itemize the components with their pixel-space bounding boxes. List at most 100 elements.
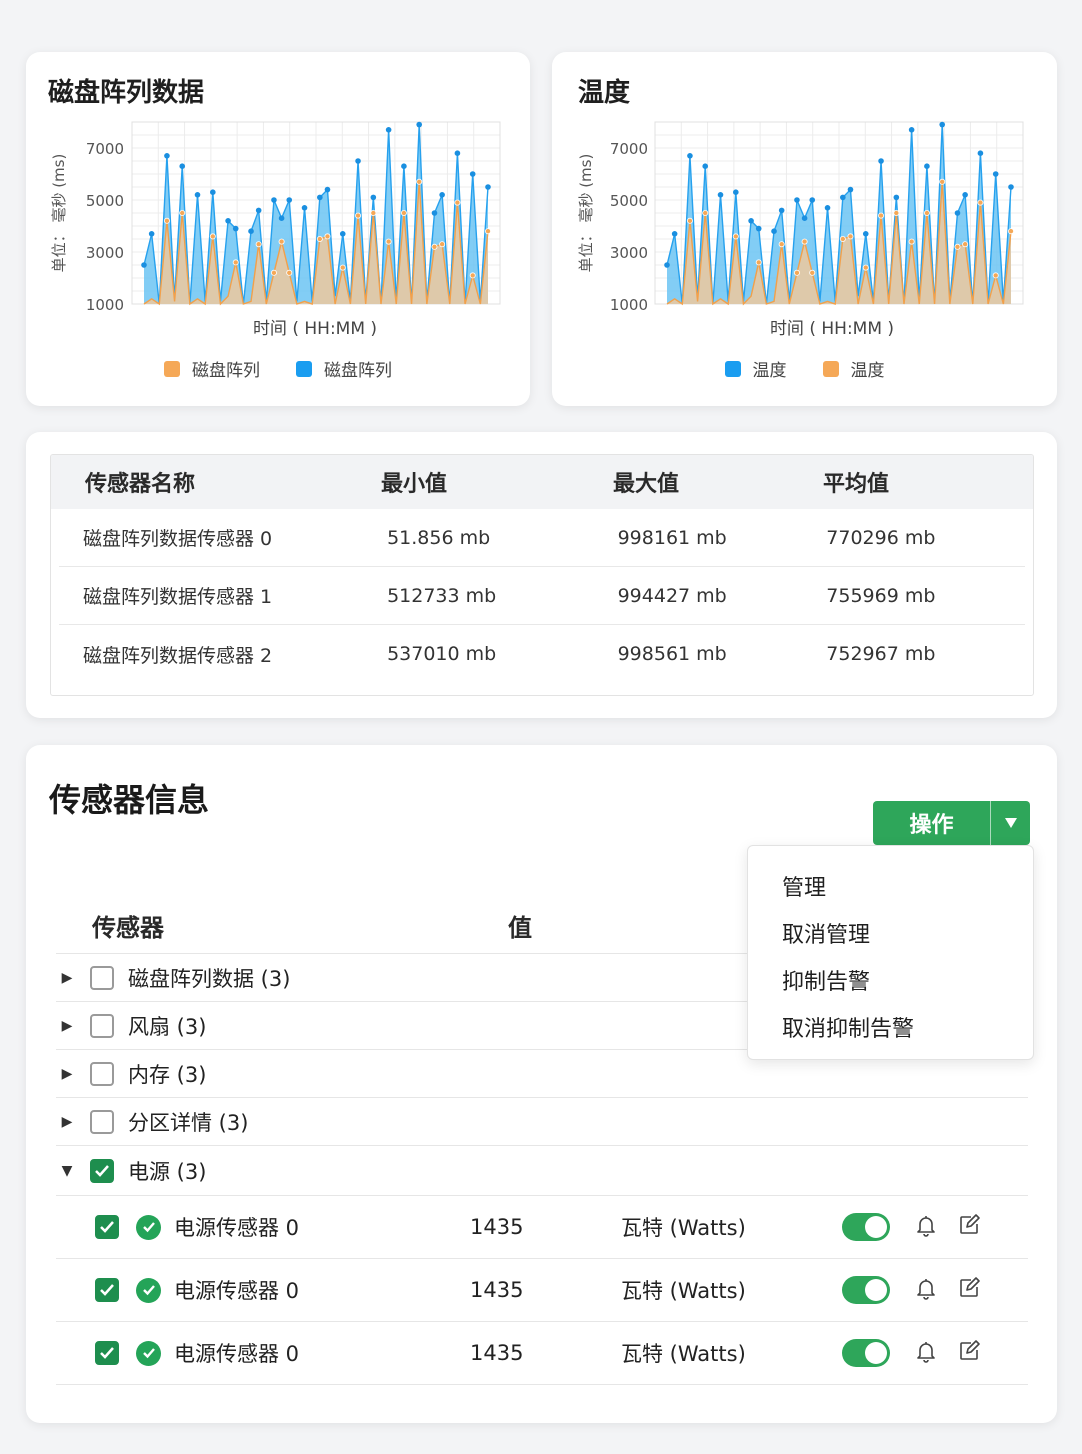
- sensor-unit: 瓦特 (Watts): [621, 1342, 746, 1366]
- check-icon: [100, 1221, 114, 1233]
- data-point: [355, 212, 362, 219]
- table-row: 磁盘阵列数据传感器 2 537010 mb 998561 mb 752967 m…: [59, 625, 1025, 683]
- data-point: [671, 231, 678, 237]
- toggle-knob: [865, 1342, 887, 1364]
- menu-item-manage[interactable]: 管理: [748, 862, 1033, 909]
- data-point: [194, 192, 201, 198]
- toggle-knob: [865, 1216, 887, 1238]
- legend-item[interactable]: 温度: [822, 356, 885, 381]
- data-point: [732, 233, 739, 240]
- sensor-value: 1435: [470, 1215, 524, 1239]
- data-point: [370, 209, 377, 216]
- data-point: [962, 192, 968, 198]
- data-point: [324, 233, 331, 240]
- data-point: [954, 210, 961, 216]
- data-point: [454, 199, 461, 206]
- enable-toggle[interactable]: [842, 1213, 890, 1241]
- sensor-value: 1435: [470, 1278, 524, 1302]
- group-checkbox[interactable]: [90, 1158, 114, 1183]
- data-point: [878, 158, 884, 164]
- x-axis-label: 时间 ( HH:MM ): [770, 319, 894, 339]
- data-point: [702, 163, 709, 169]
- min-cell: 51.856 mb: [387, 526, 491, 549]
- data-point: [209, 233, 216, 240]
- data-point: [141, 262, 147, 268]
- status-ok-icon: [136, 1214, 161, 1240]
- bell-icon[interactable]: [914, 1213, 938, 1242]
- sensor-name-cell: 磁盘阵列数据传感器 2: [83, 644, 273, 667]
- data-point: [416, 121, 423, 128]
- check-icon: [95, 1164, 109, 1177]
- data-point: [317, 194, 323, 201]
- legend-item[interactable]: 磁盘阵列: [296, 356, 392, 381]
- y-tick-label: 5000: [610, 192, 648, 210]
- edit-icon[interactable]: [957, 1276, 981, 1305]
- data-point: [232, 225, 239, 232]
- data-point: [232, 259, 239, 266]
- status-ok-icon: [136, 1277, 161, 1303]
- bell-icon[interactable]: [914, 1339, 938, 1368]
- data-point: [339, 264, 346, 271]
- menu-item-unsuppress-alarm[interactable]: 取消抑制告警: [748, 1003, 1033, 1050]
- group-checkbox[interactable]: [90, 1013, 114, 1038]
- row-checkbox[interactable]: [95, 1341, 119, 1365]
- data-point: [755, 225, 762, 232]
- menu-item-suppress-alarm[interactable]: 抑制告警: [748, 956, 1033, 1003]
- column-header[interactable]: 最小值: [381, 466, 613, 498]
- data-point: [401, 163, 407, 169]
- data-point: [778, 241, 785, 248]
- legend-label: 温度: [752, 361, 787, 381]
- data-point: [840, 194, 846, 201]
- caret-right-icon[interactable]: ▶: [56, 1018, 78, 1034]
- column-header-value: 值: [508, 913, 532, 942]
- enable-toggle[interactable]: [842, 1339, 890, 1367]
- data-point: [748, 218, 754, 224]
- caret-right-icon[interactable]: ▶: [56, 1066, 78, 1082]
- edit-icon[interactable]: [957, 1213, 981, 1242]
- data-point: [324, 186, 331, 193]
- edit-icon[interactable]: [957, 1339, 981, 1368]
- max-cell: 998561 mb: [617, 643, 727, 665]
- data-point: [687, 153, 693, 159]
- group-checkbox[interactable]: [90, 1109, 114, 1134]
- data-point: [248, 228, 254, 234]
- row-checkbox[interactable]: [95, 1278, 119, 1302]
- actions-button[interactable]: 操作: [873, 801, 991, 845]
- data-point: [809, 269, 816, 276]
- toggle-knob: [865, 1279, 887, 1301]
- group-label: 电源 (3): [128, 1159, 207, 1184]
- tree-group-row[interactable]: ▼ 电源 (3): [56, 1145, 1028, 1195]
- group-checkbox[interactable]: [90, 1061, 114, 1086]
- sensor-info-card: 传感器信息 操作 管理 取消管理 抑制告警 取消抑制告警 传感器 值 ▶ 磁盘阵…: [26, 745, 1057, 1423]
- column-header[interactable]: 平均值: [823, 466, 1023, 498]
- legend-label: 磁盘阵列: [192, 361, 260, 381]
- bell-icon[interactable]: [914, 1276, 938, 1305]
- group-checkbox[interactable]: [90, 965, 114, 990]
- column-header[interactable]: 最大值: [613, 466, 823, 498]
- tree-group-row[interactable]: ▶ 分区详情 (3): [56, 1097, 1028, 1145]
- sensor-name: 电源传感器 0: [174, 1279, 300, 1303]
- caret-right-icon[interactable]: ▶: [56, 1114, 78, 1130]
- caret-down-icon[interactable]: [991, 801, 1030, 845]
- caret-right-icon[interactable]: ▶: [56, 970, 78, 986]
- data-point: [286, 197, 293, 203]
- menu-item-unmanage[interactable]: 取消管理: [748, 909, 1033, 956]
- legend-item[interactable]: 温度: [724, 356, 787, 381]
- row-checkbox[interactable]: [95, 1215, 119, 1239]
- data-point: [847, 186, 854, 193]
- temperature-chart: 1000 3000 5000 7000 单位： 毫秒 (ms) 时间 ( HH:MM ): [577, 121, 1024, 339]
- column-header[interactable]: 传感器名称: [51, 466, 381, 498]
- legend-swatch: [164, 360, 180, 377]
- data-point: [271, 197, 277, 203]
- data-point: [847, 233, 854, 240]
- data-point: [416, 178, 423, 185]
- legend-item[interactable]: 磁盘阵列: [164, 356, 260, 381]
- enable-toggle[interactable]: [842, 1276, 890, 1304]
- avg-cell: 752967 mb: [826, 643, 936, 665]
- data-point: [801, 215, 808, 221]
- caret-down-icon[interactable]: ▼: [56, 1163, 78, 1179]
- legend-swatch: [822, 360, 839, 377]
- actions-split-button[interactable]: 操作: [873, 801, 1030, 845]
- data-point: [278, 238, 285, 245]
- y-tick-label: 3000: [86, 244, 124, 262]
